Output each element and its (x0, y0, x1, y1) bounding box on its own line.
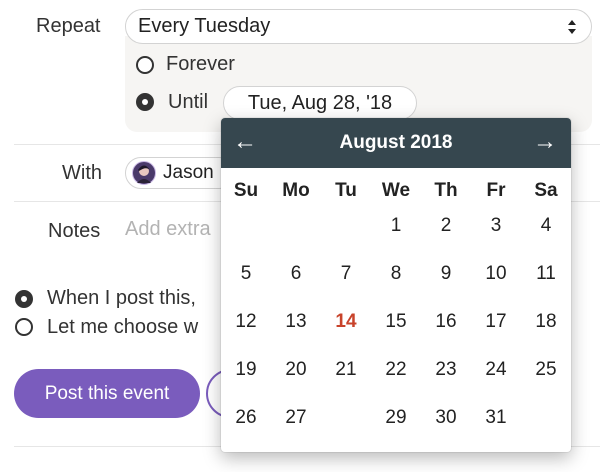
day-cell[interactable]: 12 (221, 298, 271, 346)
repeat-select[interactable]: Every Tuesday (125, 9, 592, 44)
weekday-label: Sa (534, 180, 558, 201)
day-number: 20 (285, 359, 307, 380)
day-cell[interactable]: 22 (371, 346, 421, 394)
day-number: 24 (485, 359, 507, 380)
post-notify-radio[interactable] (15, 290, 33, 308)
until-radio[interactable] (136, 93, 154, 111)
day-cell-today[interactable]: 14 (321, 298, 371, 346)
day-cell[interactable]: 18 (521, 298, 571, 346)
day-number: 5 (240, 263, 252, 284)
with-label: With (62, 162, 102, 184)
day-number: 15 (385, 311, 407, 332)
day-number: 25 (535, 359, 557, 380)
day-cell[interactable]: 30 (421, 394, 471, 442)
day-number: 11 (536, 263, 556, 284)
day-number: 3 (490, 215, 502, 236)
day-cell[interactable]: 13 (271, 298, 321, 346)
day-number: 28 (335, 407, 357, 428)
day-number: 21 (335, 359, 357, 380)
day-cell[interactable]: 1 (371, 202, 421, 250)
until-date-field[interactable]: Tue, Aug 28, '18 (223, 86, 417, 120)
day-number: 31 (485, 407, 507, 428)
day-number: 14 (335, 311, 357, 332)
day-number: 7 (340, 263, 352, 284)
day-cell[interactable]: 25 (521, 346, 571, 394)
calendar-month-title: August 2018 (339, 132, 453, 153)
day-number: 12 (235, 311, 257, 332)
day-cell[interactable]: 2 (421, 202, 471, 250)
day-cell[interactable]: 21 (321, 346, 371, 394)
day-cell[interactable]: 11 (521, 250, 571, 298)
avatar-face-icon (137, 165, 151, 183)
day-cell[interactable]: 6 (271, 250, 321, 298)
person-chip[interactable]: Jason (125, 157, 235, 189)
day-cell[interactable]: 8 (371, 250, 421, 298)
weekday-label: Mo (282, 180, 310, 201)
day-cell[interactable]: 19 (221, 346, 271, 394)
day-number: 10 (485, 263, 507, 284)
day-cell[interactable]: 16 (421, 298, 471, 346)
day-cell[interactable]: 7 (321, 250, 371, 298)
notes-input[interactable]: Add extra (125, 218, 211, 241)
day-number: 30 (435, 407, 457, 428)
day-number: 1 (390, 215, 402, 236)
day-cell[interactable]: 5 (221, 250, 271, 298)
day-cell[interactable]: 24 (471, 346, 521, 394)
weekday-label: Fr (486, 180, 506, 201)
day-cell[interactable]: 3 (471, 202, 521, 250)
day-number: 27 (285, 407, 307, 428)
forever-label: Forever (166, 53, 235, 75)
choose-notify-radio[interactable] (15, 318, 33, 336)
calendar-header: ← August 2018 → (221, 118, 571, 168)
day-number: 22 (385, 359, 407, 380)
day-number: 16 (435, 311, 457, 332)
day-number: 23 (435, 359, 457, 380)
next-month-icon[interactable]: → (533, 128, 557, 156)
day-number: 9 (440, 263, 452, 284)
repeat-select-value: Every Tuesday (138, 15, 271, 37)
day-number: 18 (535, 311, 557, 332)
select-arrows-icon (568, 20, 576, 34)
day-number: 29 (385, 407, 407, 428)
until-label: Until (168, 91, 209, 113)
day-cell[interactable]: 26 (221, 394, 271, 442)
day-number: 13 (285, 311, 307, 332)
choose-notify-label: Let me choose w (47, 316, 199, 338)
day-number: 8 (390, 263, 402, 284)
date-picker-popup: ← August 2018 → Su Mo Tu We Th Fr Sa 123456789… (221, 118, 571, 452)
day-cell[interactable]: 20 (271, 346, 321, 394)
day-number: 19 (235, 359, 257, 380)
day-cell[interactable]: 15 (371, 298, 421, 346)
notes-label: Notes (48, 220, 101, 242)
day-cell[interactable]: 17 (471, 298, 521, 346)
day-number: 4 (540, 215, 552, 236)
person-name: Jason (163, 162, 214, 183)
day-number: 26 (235, 407, 257, 428)
day-cell[interactable]: 10 (471, 250, 521, 298)
day-cell[interactable]: 29 (371, 394, 421, 442)
repeat-label: Repeat (36, 15, 101, 37)
day-number: 2 (440, 215, 452, 236)
day-cell[interactable]: 9 (421, 250, 471, 298)
day-number: 17 (485, 311, 507, 332)
post-notify-label: When I post this, (47, 287, 196, 309)
post-event-button[interactable]: Post this event (14, 369, 200, 418)
day-cell[interactable]: 27 (271, 394, 321, 442)
weekday-label: Su (233, 180, 259, 201)
weekday-label: We (381, 180, 411, 201)
day-cell[interactable]: 23 (421, 346, 471, 394)
day-cell[interactable]: 4 (521, 202, 571, 250)
forever-radio[interactable] (136, 56, 154, 74)
day-cell[interactable]: 31 (471, 394, 521, 442)
avatar (132, 161, 156, 185)
weekday-label: Th (434, 180, 458, 201)
day-cell-selected[interactable]: 28 (321, 393, 371, 443)
day-number: 6 (290, 263, 302, 284)
weekday-label: Tu (335, 180, 357, 201)
